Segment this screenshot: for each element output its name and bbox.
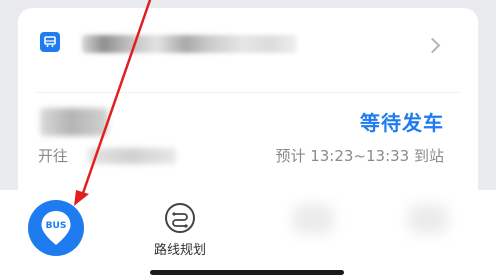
divider — [36, 92, 460, 93]
bus-stop-row[interactable] — [18, 8, 478, 86]
route-planning-label: 路线规划 — [153, 243, 206, 258]
heading-to-label: 开往 — [38, 147, 69, 165]
home-indicator[interactable] — [150, 270, 344, 275]
blurred-tab[interactable] — [292, 204, 334, 234]
bus-info-card: 开往 等待发车 预计 13:23~13:33 到站 — [18, 8, 478, 208]
bottom-tab-bar: BUS 路线规划 — [0, 190, 496, 277]
bus-stop-icon — [40, 32, 60, 52]
route-planning-icon — [165, 203, 195, 233]
blurred-stop-name — [82, 35, 297, 53]
blurred-destination — [88, 148, 176, 164]
bus-badge-text: BUS — [46, 221, 67, 231]
bus-location-icon: BUS — [28, 200, 84, 256]
tab-bus[interactable]: BUS — [27, 199, 85, 257]
chevron-right-icon — [424, 37, 441, 54]
blurred-route-number — [40, 108, 108, 136]
tab-route-planning[interactable]: 路线规划 — [140, 200, 220, 260]
eta-text: 预计 13:23~13:33 到站 — [275, 147, 444, 165]
blurred-tab[interactable] — [408, 204, 448, 234]
departure-status: 等待发车 — [360, 111, 444, 135]
